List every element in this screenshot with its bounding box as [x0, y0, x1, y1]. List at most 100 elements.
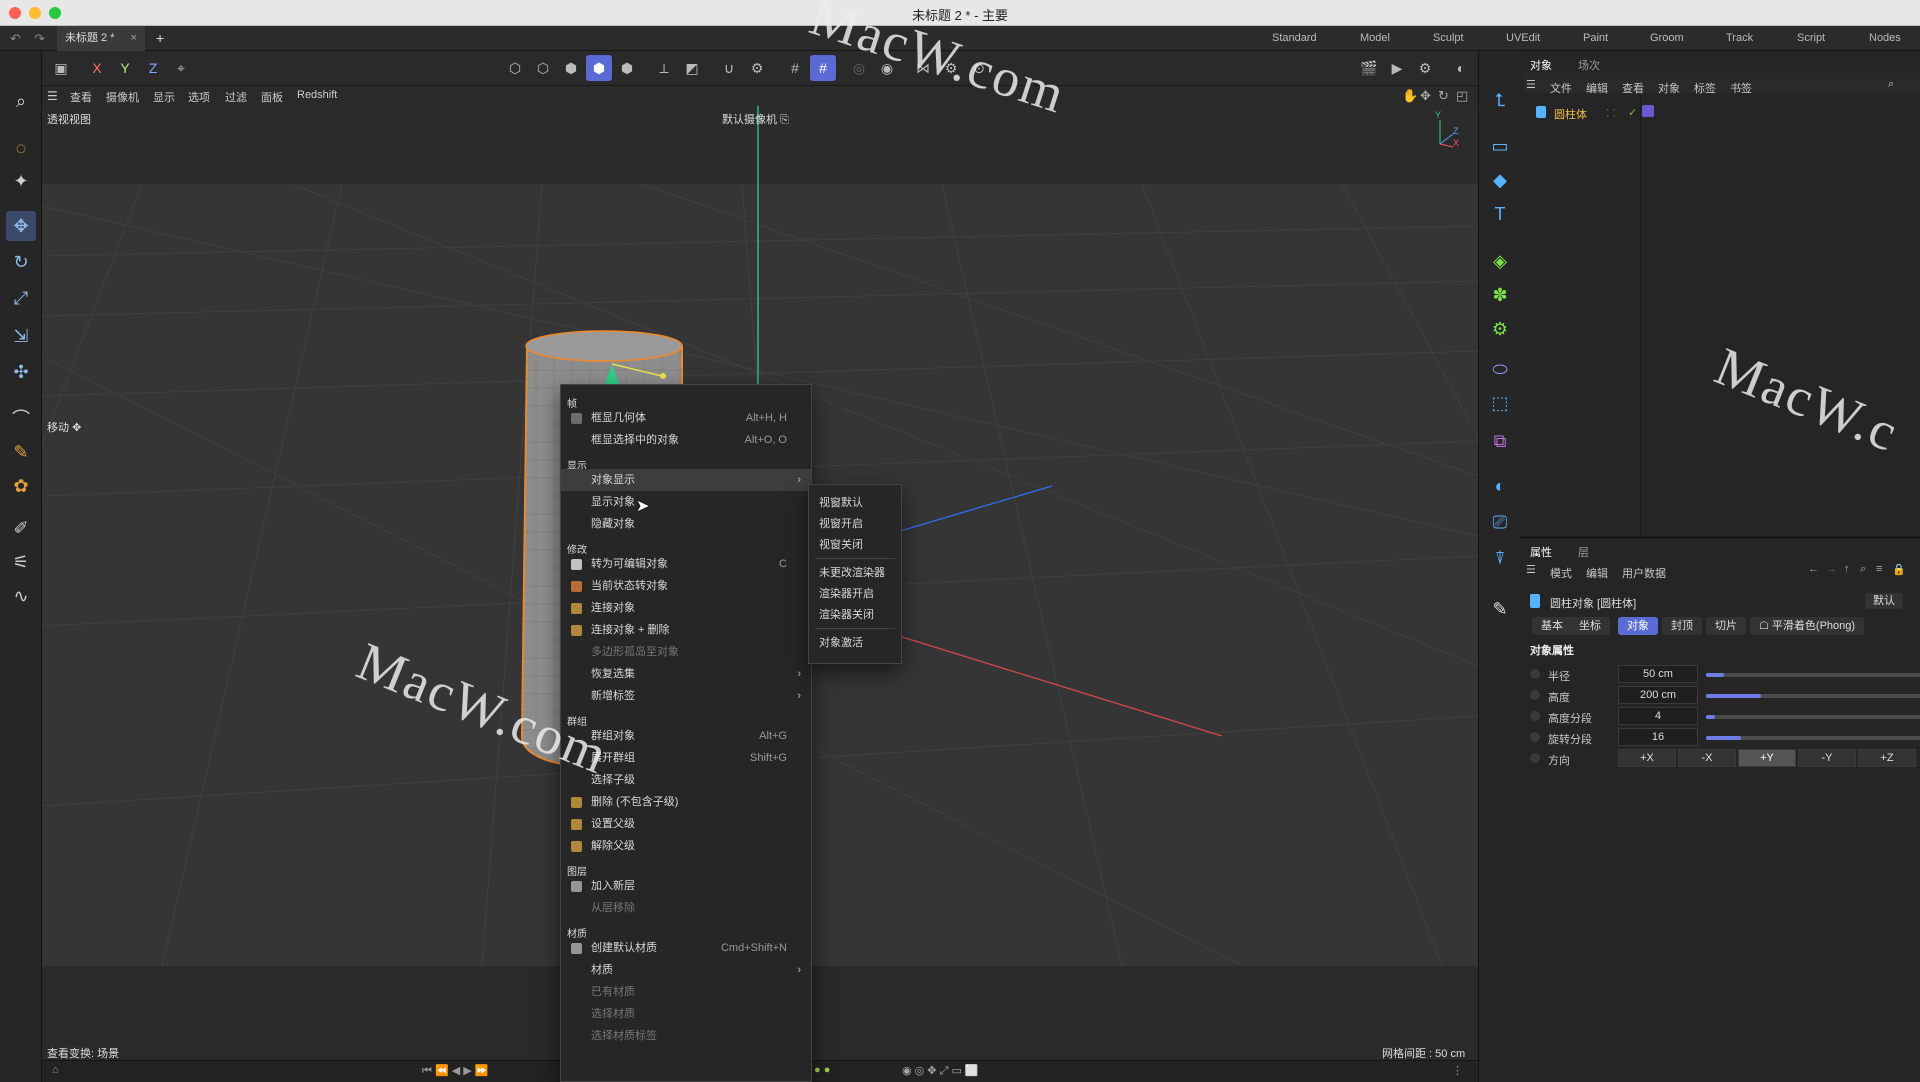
rotation-segments-input[interactable]: 16: [1618, 728, 1698, 746]
height-segments-input[interactable]: 4: [1618, 707, 1698, 725]
keyframe-dot-icon[interactable]: [1530, 690, 1540, 700]
cube-primitive-icon[interactable]: ◆: [1485, 165, 1515, 195]
tab-document[interactable]: 未标题 2 * ×: [57, 26, 145, 51]
phong-tag-icon[interactable]: [1642, 105, 1654, 117]
render-view-icon[interactable]: 🎬: [1356, 55, 1382, 81]
menu-item[interactable]: 框显几何体 Alt+H, H: [561, 407, 811, 429]
menu-item[interactable]: 设置父级: [561, 813, 811, 835]
keyframe-dot-icon[interactable]: [1530, 753, 1540, 763]
magnet-icon[interactable]: ∪: [716, 55, 742, 81]
nav-back-icon[interactable]: ←: [1808, 563, 1819, 575]
submenu-item[interactable]: 未更改渲染器: [809, 563, 901, 583]
scale-tool-icon[interactable]: ⤢: [6, 283, 36, 313]
axis-mode-icon[interactable]: ⟂: [651, 55, 677, 81]
tab-caps[interactable]: 封顶: [1662, 617, 1702, 635]
spline-tools-icon[interactable]: ✿: [6, 471, 36, 501]
viewport-maximize-icon[interactable]: ◰: [1456, 88, 1468, 104]
spline-pen-icon[interactable]: ⌒: [6, 403, 36, 433]
menu-edit[interactable]: 编辑: [1586, 80, 1608, 96]
new-tab-button[interactable]: +: [148, 26, 172, 51]
filter-icon[interactable]: ≡: [1876, 563, 1882, 575]
menu-item[interactable]: 隐藏对象: [561, 513, 811, 535]
menu-item[interactable]: 材质 ›: [561, 959, 811, 981]
layout-standard[interactable]: Standard: [1272, 26, 1317, 51]
move-tool-icon[interactable]: ✥: [6, 211, 36, 241]
axis-x-lock-button[interactable]: X: [84, 55, 110, 81]
menu-item[interactable]: 创建默认材质 Cmd+Shift+N: [561, 937, 811, 959]
viewport-rotate-icon[interactable]: ↻: [1438, 88, 1449, 104]
submenu-item[interactable]: 视窗开启: [809, 514, 901, 534]
direction-plus-x[interactable]: +X: [1618, 749, 1676, 767]
hamburger-menu-icon[interactable]: ☰: [1526, 78, 1536, 91]
submenu-item[interactable]: 视窗关闭: [809, 535, 901, 555]
axis-z-lock-button[interactable]: Z: [140, 55, 166, 81]
light-icon[interactable]: ⍒: [1485, 543, 1515, 573]
hierarchy-icon[interactable]: ⮤: [1485, 85, 1515, 115]
menu-item[interactable]: 连接对象: [561, 597, 811, 619]
brush-icon[interactable]: ✐: [6, 513, 36, 543]
tab-coord[interactable]: 坐标: [1570, 617, 1610, 635]
record-icons[interactable]: ● ●: [814, 1064, 830, 1076]
keyframe-dot-icon[interactable]: [1530, 732, 1540, 742]
menu-item[interactable]: 当前状态转对象: [561, 575, 811, 597]
undo-icon[interactable]: ↶: [10, 31, 21, 47]
radius-slider[interactable]: [1706, 673, 1920, 677]
tab-attributes[interactable]: 属性: [1530, 544, 1552, 560]
viewport-pan-icon[interactable]: ✋: [1402, 88, 1418, 104]
direction-minus-x[interactable]: -X: [1678, 749, 1736, 767]
tab-phong[interactable]: ☖ 平滑着色(Phong): [1750, 617, 1865, 635]
snap-grid-icon[interactable]: #: [810, 55, 836, 81]
menu-item[interactable]: 新增标签 ›: [561, 685, 811, 707]
layout-track[interactable]: Track: [1726, 26, 1753, 51]
menu-tags[interactable]: 标签: [1694, 80, 1716, 96]
layout-nodes[interactable]: Nodes: [1869, 26, 1901, 51]
menu-item[interactable]: 加入新层: [561, 875, 811, 897]
text-spline-icon[interactable]: T: [1485, 199, 1515, 229]
generator-icon[interactable]: ◈: [1485, 246, 1515, 276]
render-picture-viewer-icon[interactable]: ▶: [1384, 55, 1410, 81]
menu-item[interactable]: 框显选择中的对象 Alt+O, O: [561, 429, 811, 451]
preset-dropdown[interactable]: 默认: [1865, 593, 1903, 609]
model-mode-icon[interactable]: ⬢: [586, 55, 612, 81]
menu-bookmarks[interactable]: 书签: [1730, 80, 1752, 96]
uv-mode-icon[interactable]: ⬢: [614, 55, 640, 81]
submenu-item[interactable]: 对象激活: [809, 633, 901, 653]
layout-paint[interactable]: Paint: [1583, 26, 1608, 51]
polygons-mode-icon[interactable]: ⬢: [558, 55, 584, 81]
submenu-item[interactable]: 渲染器关闭: [809, 605, 901, 625]
layout-uvedit[interactable]: UVEdit: [1506, 26, 1540, 51]
menu-object[interactable]: 对象: [1658, 80, 1680, 96]
viewport-dolly-icon[interactable]: ✥: [1420, 88, 1431, 104]
height-slider[interactable]: [1706, 694, 1920, 698]
tweak-mode-icon[interactable]: ◩: [679, 55, 705, 81]
menu-display[interactable]: 显示: [153, 89, 175, 105]
tab-objects[interactable]: 对象: [1530, 57, 1552, 73]
direction-plus-y[interactable]: +Y: [1738, 749, 1796, 767]
active-camera-label[interactable]: 默认摄像机 ⎘: [722, 111, 789, 127]
edges-mode-icon[interactable]: ⬡: [530, 55, 556, 81]
visibility-dots-icon[interactable]: ⁚ ⁚: [1606, 107, 1616, 120]
null-object-icon[interactable]: ⬚: [1485, 388, 1515, 418]
edit-icon[interactable]: ✎: [1485, 594, 1515, 624]
field-icon[interactable]: ⬭: [1485, 354, 1515, 384]
height-input[interactable]: 200 cm: [1618, 686, 1698, 704]
coordinate-system-icon[interactable]: ⌖: [168, 55, 194, 81]
tab-object[interactable]: 对象: [1618, 617, 1658, 635]
menu-file[interactable]: 文件: [1550, 80, 1572, 96]
layout-model[interactable]: Model: [1360, 26, 1390, 51]
menu-filter[interactable]: 过滤: [225, 89, 247, 105]
direction-minus-y[interactable]: -Y: [1798, 749, 1856, 767]
volume-icon[interactable]: ⧉: [1485, 426, 1515, 456]
radius-input[interactable]: 50 cm: [1618, 665, 1698, 683]
transform-tool-icon[interactable]: ⇲: [6, 321, 36, 351]
spline-sketch-icon[interactable]: ✎: [6, 437, 36, 467]
menu-view[interactable]: 查看: [1622, 80, 1644, 96]
menu-redshift[interactable]: Redshift: [297, 89, 337, 101]
menu-edit[interactable]: 编辑: [1586, 565, 1608, 581]
menu-options[interactable]: 选项: [188, 89, 210, 105]
points-mode-icon[interactable]: ⬡: [502, 55, 528, 81]
grid-icon[interactable]: #: [782, 55, 808, 81]
deformer-icon[interactable]: ⚙: [1485, 314, 1515, 344]
sculpt-icon[interactable]: ∿: [6, 581, 36, 611]
rotate-tool-icon[interactable]: ↻: [6, 247, 36, 277]
